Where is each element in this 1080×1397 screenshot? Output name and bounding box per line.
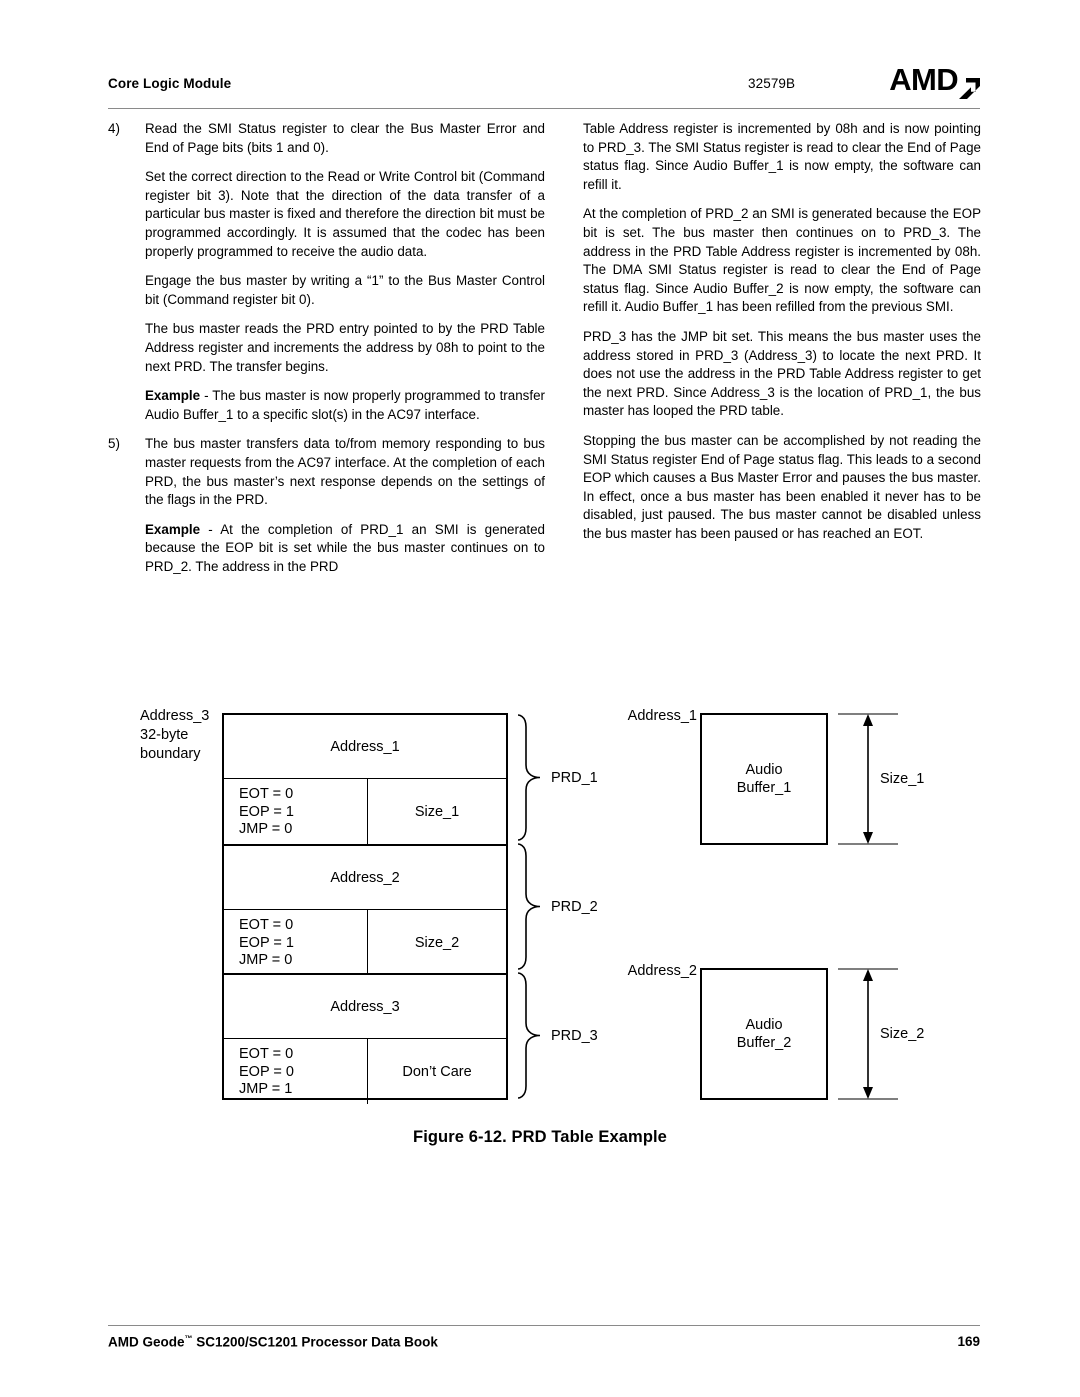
list-item-4-text: Read the SMI Status register to clear th… (145, 121, 545, 155)
prd-entry-2-eop: EOP = 1 (239, 934, 294, 951)
paragraph-prd3: PRD_3 has the JMP bit set. This means th… (583, 328, 981, 419)
footer-title: AMD Geode™ SC1200/SC1201 Processor Data … (108, 1334, 438, 1350)
trademark-icon: ™ (184, 1334, 193, 1343)
page-number: 169 (957, 1334, 980, 1349)
prd-entry-1-size: Size_1 (367, 779, 506, 844)
amd-logo-text: AMD (889, 62, 958, 97)
right-text-column: Table Address register is incremented by… (583, 120, 981, 543)
boundary-annotation-line-2: 32-byte (140, 727, 189, 743)
prd-entry-2-eot: EOT = 0 (239, 917, 294, 933)
prd-entry-1: Address_1 EOT = 0 EOP = 1 JMP = 0 Size_1 (224, 715, 506, 844)
figure-prd-table-example: Address_3 32-byte boundary Address_1 EOT… (0, 700, 1080, 1170)
header-title: Core Logic Module (108, 76, 232, 91)
prd-1-brace-group: PRD_1 (516, 713, 616, 842)
paragraph-example-2: Example - At the completion of PRD_1 an … (108, 521, 545, 577)
prd-entry-3-flags-row: EOT = 0 EOP = 0 JMP = 1 Don’t Care (224, 1038, 506, 1104)
prd-entry-1-eot: EOT = 0 (239, 786, 294, 802)
prd-entry-3: Address_3 EOT = 0 EOP = 0 JMP = 1 Don’t … (224, 973, 506, 1104)
footer-title-after-tm: SC1200/SC1201 Processor Data Book (192, 1334, 438, 1350)
prd-2-label: PRD_2 (551, 898, 598, 915)
prd-entry-3-address: Address_3 (330, 998, 400, 1015)
prd-entry-2-size: Size_2 (367, 910, 506, 975)
curly-brace-icon (517, 714, 541, 841)
prd-entry-2: Address_2 EOT = 0 EOP = 1 JMP = 0 Size_2 (224, 844, 506, 975)
paragraph-set-direction: Set the correct direction to the Read or… (145, 169, 545, 259)
buffer-2-address-label: Address_2 (627, 963, 697, 979)
prd-entry-3-jmp: JMP = 1 (239, 1081, 293, 1097)
header-document-number: 32579B (748, 76, 796, 91)
prd-entry-1-eop: EOP = 1 (239, 803, 294, 820)
list-item-5-number: 5) (108, 436, 120, 452)
prd-entry-1-flags: EOT = 0 EOP = 1 JMP = 0 (224, 779, 367, 844)
prd-entry-1-address: Address_1 (330, 738, 400, 755)
amd-logo: AMD (889, 62, 980, 99)
audio-buffer-1-line-1: Audio (745, 762, 783, 778)
footer-title-before-tm: AMD Geode (108, 1334, 185, 1350)
example-2-text: - At the completion of PRD_1 an SMI is g… (145, 521, 545, 574)
list-item-5-text: The bus master transfers data to/from me… (145, 436, 545, 508)
page-footer: AMD Geode™ SC1200/SC1201 Processor Data … (108, 1334, 980, 1354)
prd-entry-3-eot: EOT = 0 (239, 1046, 294, 1062)
figure-caption: Figure 6-12. PRD Table Example (413, 1128, 667, 1146)
buffer-1-address-label: Address_1 (627, 708, 697, 724)
audio-buffer-2-line-2: Buffer_2 (736, 1035, 792, 1051)
audio-buffer-1-box: Audio Buffer_1 (700, 713, 828, 845)
curly-brace-icon (517, 843, 541, 970)
paragraph-stopping: Stopping the bus master can be accomplis… (583, 432, 981, 541)
list-item-4-number: 4) (108, 121, 120, 136)
boundary-annotation: Address_3 32-byte boundary (140, 707, 209, 764)
amd-arrow-icon (959, 73, 980, 99)
list-item-5: 5) The bus master transfers data to/from… (108, 435, 545, 509)
example-2-label: Example (145, 521, 201, 537)
prd-table: Address_1 EOT = 0 EOP = 1 JMP = 0 Size_1… (222, 713, 508, 1104)
prd-1-label: PRD_1 (551, 769, 598, 786)
audio-buffer-2-line-1: Audio (745, 1017, 783, 1033)
prd-entry-1-jmp: JMP = 0 (239, 821, 293, 837)
paragraph-continued: Table Address register is incremented by… (583, 121, 981, 192)
size-1-dimension: Size_1 (838, 713, 950, 845)
prd-entry-2-flags: EOT = 0 EOP = 1 JMP = 0 (224, 910, 367, 975)
page-header: Core Logic Module 32579B AMD (108, 64, 980, 110)
prd-3-brace-group: PRD_3 (516, 971, 616, 1100)
boundary-annotation-line-1: Address_3 (140, 708, 210, 724)
audio-buffer-2-box: Audio Buffer_2 (700, 968, 828, 1100)
size-2-label: Size_2 (880, 1026, 925, 1042)
size-1-label: Size_1 (880, 771, 925, 787)
paragraph-example-1: Example - The bus master is now properly… (108, 387, 545, 424)
header-divider (108, 108, 980, 109)
prd-entry-1-flags-row: EOT = 0 EOP = 1 JMP = 0 Size_1 (224, 778, 506, 844)
list-item-4: 4) Read the SMI Status register to clear… (108, 120, 545, 157)
prd-2-brace-group: PRD_2 (516, 842, 616, 971)
paragraph-reads-prd: The bus master reads the PRD entry point… (145, 321, 545, 374)
paragraph-engage: Engage the bus master by writing a “1” t… (145, 273, 545, 307)
prd-3-label: PRD_3 (551, 1027, 598, 1044)
example-1-label: Example (145, 388, 201, 404)
example-1-text: - The bus master is now properly program… (145, 388, 545, 422)
footer-divider (108, 1325, 980, 1326)
audio-buffer-1-line-2: Buffer_1 (736, 780, 792, 796)
size-2-dimension: Size_2 (838, 968, 950, 1100)
left-text-column: 4) Read the SMI Status register to clear… (108, 120, 545, 587)
boundary-annotation-line-3: boundary (140, 746, 201, 762)
paragraph-prd2: At the completion of PRD_2 an SMI is gen… (583, 206, 981, 315)
curly-brace-icon (517, 972, 541, 1099)
prd-entry-3-size: Don’t Care (367, 1039, 506, 1104)
prd-entry-2-address: Address_2 (330, 869, 400, 886)
prd-entry-2-jmp: JMP = 0 (239, 952, 293, 968)
prd-entry-3-eop: EOP = 0 (239, 1063, 294, 1080)
prd-entry-2-flags-row: EOT = 0 EOP = 1 JMP = 0 Size_2 (224, 909, 506, 975)
prd-entry-3-flags: EOT = 0 EOP = 0 JMP = 1 (224, 1039, 367, 1104)
